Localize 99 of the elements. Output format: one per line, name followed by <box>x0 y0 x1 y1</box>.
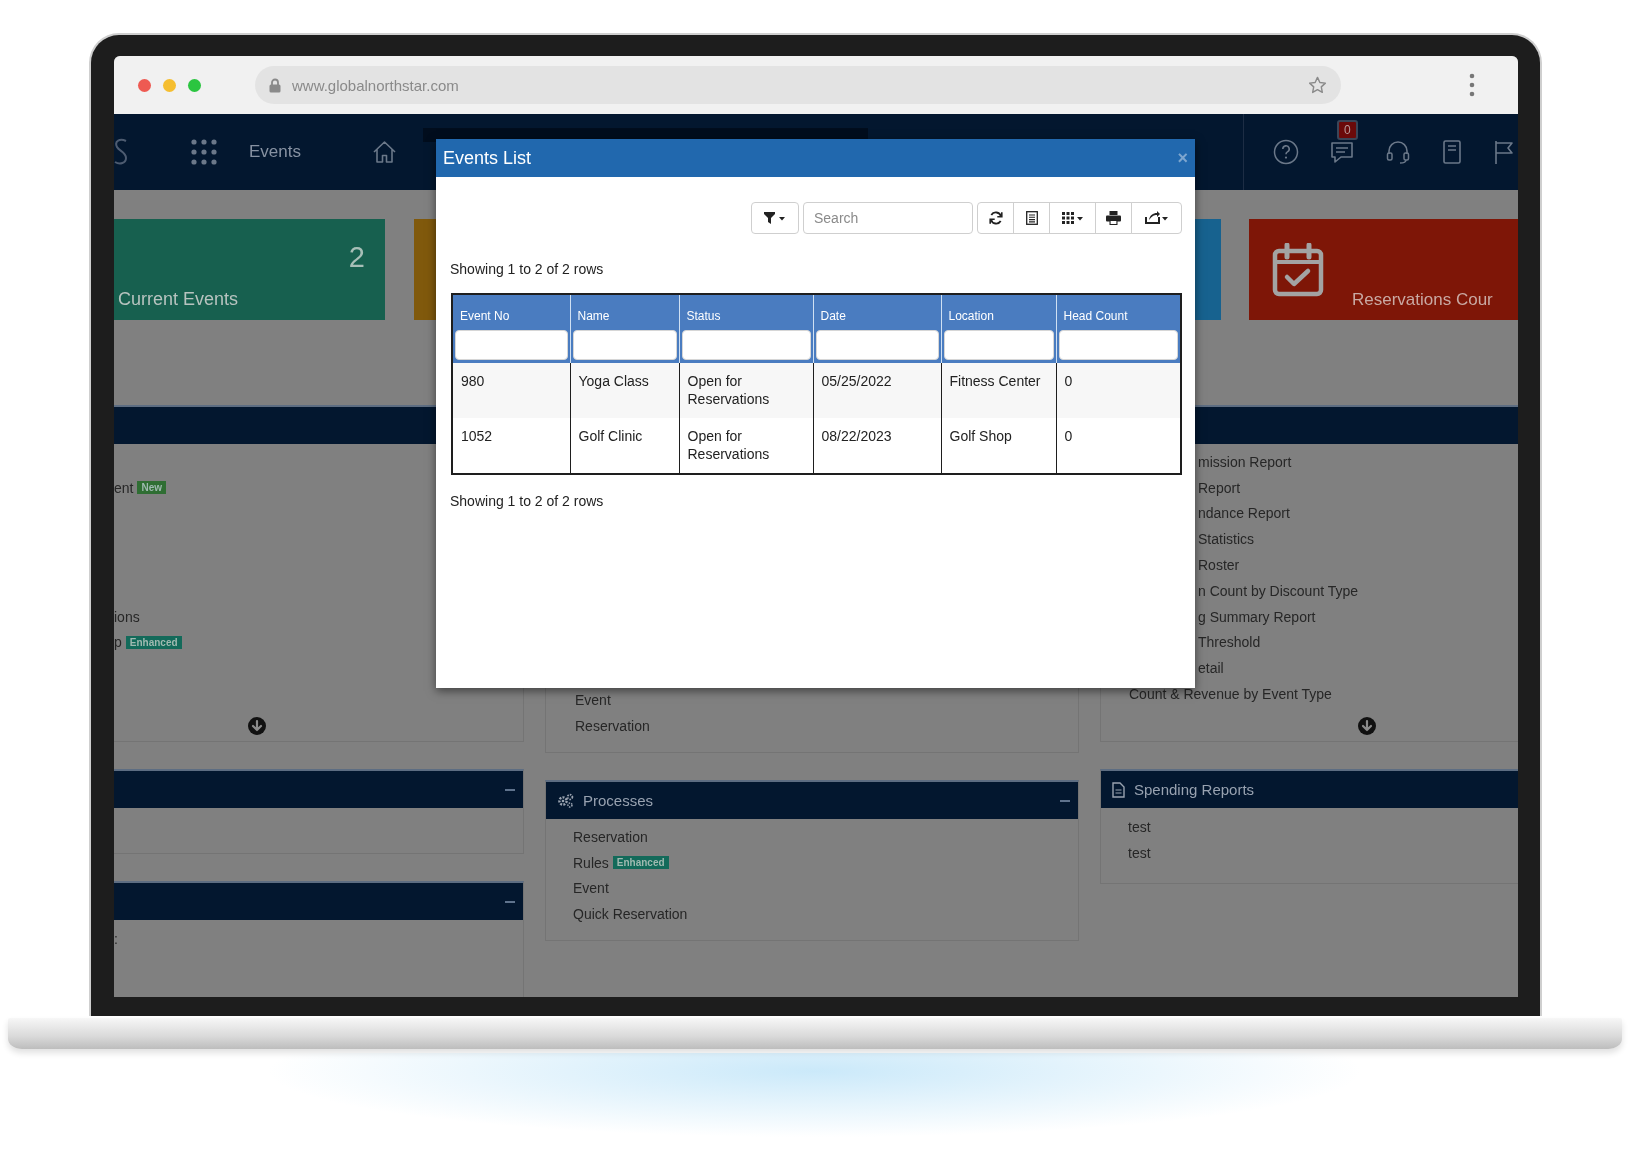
report-link[interactable]: ndance Report <box>1198 505 1290 522</box>
panel-header[interactable]: Processes <box>546 782 1078 819</box>
menu-link[interactable]: test <box>1128 844 1151 861</box>
headset-icon[interactable] <box>1385 139 1411 165</box>
apps-grid-icon[interactable] <box>191 139 217 165</box>
column-filter-field[interactable] <box>1058 330 1178 360</box>
column-filter-field[interactable] <box>455 330 568 360</box>
report-link[interactable]: ions <box>114 608 140 625</box>
bookmark-star-icon[interactable] <box>1308 76 1327 94</box>
dialog-title: Events List <box>443 147 532 169</box>
menu-link[interactable]: Reservation <box>575 718 650 735</box>
collapse-icon[interactable] <box>1060 799 1070 802</box>
report-link[interactable]: Threshold <box>1198 634 1261 651</box>
expand-down-icon[interactable] <box>1358 716 1376 735</box>
report-link[interactable]: n Count by Discount Type <box>1198 582 1359 599</box>
report-link[interactable]: mission Report <box>1198 453 1292 470</box>
report-link[interactable]: Count & Revenue by Event Type <box>1129 686 1332 703</box>
collapse-icon[interactable] <box>505 900 515 903</box>
list-view-button[interactable] <box>1013 202 1050 234</box>
table-cell: 05/25/2022 <box>813 363 941 418</box>
notification-badge: 0 <box>1337 120 1358 140</box>
close-window-button[interactable] <box>138 78 151 92</box>
table-cell: Open for Reservations <box>679 363 813 418</box>
grid-icon <box>1061 212 1084 224</box>
table-cell: Fitness Center <box>941 363 1056 418</box>
pagination-info: Showing 1 to 2 of 2 rows <box>450 261 605 277</box>
table-cell: Golf Shop <box>941 418 1056 474</box>
print-button[interactable] <box>1095 202 1132 234</box>
menu-link[interactable]: Event <box>575 692 611 709</box>
document-icon <box>1112 781 1125 798</box>
panel-header[interactable]: Spending Reports <box>1101 771 1518 808</box>
column-header[interactable]: Status <box>679 294 813 327</box>
menu-icon[interactable] <box>1469 73 1475 97</box>
report-link[interactable]: ent <box>114 479 134 496</box>
report-link[interactable]: g Summary Report <box>1198 608 1316 625</box>
column-filter-field[interactable] <box>815 330 939 360</box>
lock-icon <box>269 77 281 93</box>
status-tag: Enhanced <box>125 635 182 649</box>
export-dropdown-button[interactable] <box>1131 202 1182 234</box>
column-header[interactable]: Location <box>941 294 1056 327</box>
table-cell: Open for Reservations <box>679 418 813 474</box>
refresh-button[interactable] <box>977 202 1014 234</box>
book-icon[interactable] <box>1441 139 1463 165</box>
logo-icon <box>114 137 128 167</box>
card-label: Current Events <box>118 289 240 310</box>
panel-title: Spending Reports <box>1134 781 1255 798</box>
address-field[interactable]: www.globalnorthstar.com <box>255 66 1341 104</box>
status-tag: New <box>137 481 167 495</box>
column-header[interactable]: Head Count <box>1056 294 1181 327</box>
menu-link[interactable]: Rules <box>573 854 609 871</box>
chat-icon[interactable] <box>1329 139 1355 165</box>
table-cell: 1052 <box>452 418 570 474</box>
panel-title: Processes <box>583 792 654 809</box>
column-filter-field[interactable] <box>943 330 1054 360</box>
table-cell: Golf Clinic <box>570 418 679 474</box>
column-filter-field[interactable] <box>681 330 811 360</box>
menu-link[interactable]: test <box>1128 818 1151 835</box>
export-icon <box>1144 211 1169 225</box>
gears-icon <box>557 793 574 808</box>
report-link[interactable]: Statistics <box>1198 531 1254 548</box>
expand-down-icon[interactable] <box>247 716 266 735</box>
column-filter-field[interactable] <box>572 330 677 360</box>
table-cell: 0 <box>1056 418 1181 474</box>
home-icon[interactable] <box>372 140 397 164</box>
calendar-check-icon <box>1272 242 1324 297</box>
report-link[interactable]: Report <box>1198 479 1241 496</box>
stat-card[interactable]: Reservations Cour <box>1249 219 1518 320</box>
search-field[interactable]: Search <box>803 202 973 234</box>
printer-icon <box>1106 211 1121 225</box>
report-link[interactable]: etail <box>1198 660 1224 677</box>
funnel-icon <box>764 212 786 224</box>
close-button[interactable]: × <box>1177 147 1188 169</box>
report-link[interactable]: p <box>114 634 122 651</box>
report-link[interactable]: Roster <box>1198 557 1240 574</box>
status-tag: Enhanced <box>612 856 669 870</box>
url-text: www.globalnorthstar.com <box>292 76 460 94</box>
column-header[interactable]: Event No <box>452 294 570 327</box>
stat-card[interactable]: 2 Current Events <box>114 219 385 320</box>
table-cell: 08/22/2023 <box>813 418 941 474</box>
menu-link[interactable]: : <box>114 930 118 947</box>
collapse-icon[interactable] <box>505 788 515 791</box>
refresh-icon <box>988 211 1003 225</box>
table-cell: 980 <box>452 363 570 418</box>
app-title: Events <box>249 142 301 162</box>
card-value: 2 <box>348 241 365 274</box>
column-header[interactable]: Name <box>570 294 679 327</box>
column-header[interactable]: Date <box>813 294 941 327</box>
maximize-window-button[interactable] <box>188 78 201 92</box>
help-icon[interactable] <box>1273 139 1299 165</box>
card-label: Reservations Cour <box>1352 290 1493 310</box>
menu-link[interactable]: Event <box>573 880 609 897</box>
columns-dropdown-button[interactable] <box>1049 202 1096 234</box>
menu-link[interactable]: Quick Reservation <box>573 906 688 923</box>
menu-link[interactable]: Reservation <box>573 828 648 845</box>
filter-dropdown-button[interactable] <box>751 202 799 234</box>
pagination-info: Showing 1 to 2 of 2 rows <box>450 493 605 509</box>
table-cell: Yoga Class <box>570 363 679 418</box>
table-cell: 0 <box>1056 363 1181 418</box>
list-icon <box>1025 211 1038 225</box>
